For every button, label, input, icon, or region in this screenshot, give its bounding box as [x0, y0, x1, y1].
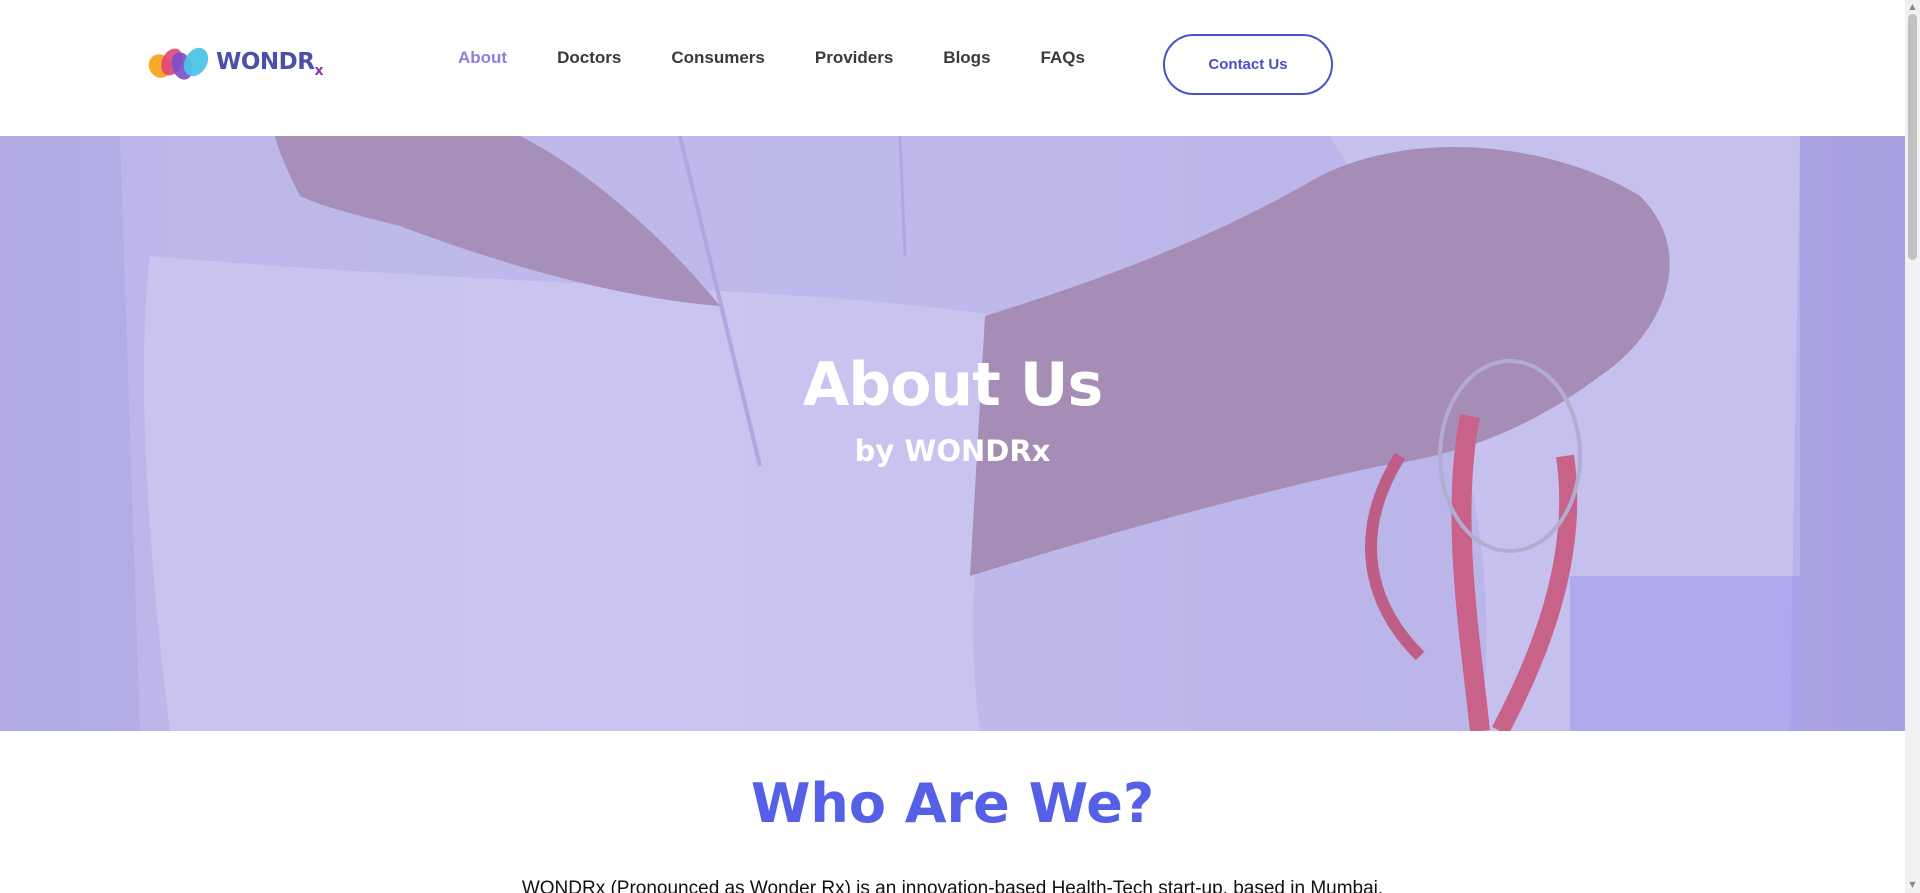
hero-subtitle: by WONDRx	[854, 434, 1051, 468]
nav-link-providers[interactable]: Providers	[815, 48, 893, 68]
hero-banner: About Us by WONDRx	[0, 136, 1905, 731]
wondrx-logo[interactable]: WONDRx	[146, 44, 323, 84]
scroll-thumb[interactable]	[1908, 14, 1917, 260]
contact-us-button[interactable]: Contact Us	[1163, 34, 1333, 95]
nav-link-about[interactable]: About	[458, 48, 507, 68]
section-title: Who Are We?	[750, 772, 1155, 835]
scroll-down-icon[interactable]: ▼	[1908, 880, 1917, 889]
site-header: WONDRx About Doctors Consumers Providers…	[0, 0, 1905, 136]
scroll-up-icon[interactable]: ▲	[1908, 2, 1917, 11]
nav-link-blogs[interactable]: Blogs	[943, 48, 990, 68]
nav-link-consumers[interactable]: Consumers	[671, 48, 765, 68]
logo-mark-icon	[148, 47, 209, 80]
logo-wordmark: WONDRx	[216, 49, 324, 79]
page-scrollbar[interactable]: ▲ ▼	[1905, 0, 1920, 893]
nav-link-doctors[interactable]: Doctors	[557, 48, 621, 68]
intro-paragraph: WONDRx (Pronounced as Wonder Rx) is an i…	[521, 878, 1384, 893]
main-nav: About Doctors Consumers Providers Blogs …	[458, 48, 1135, 68]
hero-title: About Us	[802, 350, 1103, 420]
nav-link-faqs[interactable]: FAQs	[1041, 48, 1085, 68]
